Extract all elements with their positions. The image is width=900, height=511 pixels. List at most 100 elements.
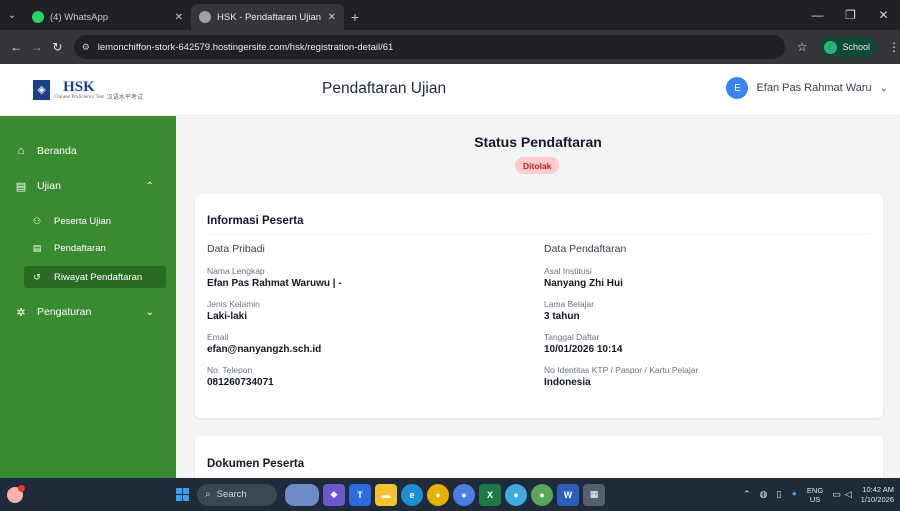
weather-widget-icon[interactable] <box>285 483 319 506</box>
logo-mark: HSK <box>63 78 95 95</box>
taskbar: ⌕ Search ◆ T ▬ e ● ● X ● ● W ▦ ⌃ ◍ ▯ ✦ E… <box>0 478 900 511</box>
chrome-profile-icon[interactable]: ● <box>531 483 553 506</box>
sidebar-item-pengaturan[interactable]: ✲ Pengaturan ⌄ <box>0 303 176 321</box>
time: 10:42 AM <box>862 484 894 494</box>
gear-icon: ✲ <box>16 306 26 319</box>
tab-hsk[interactable]: HSK - Pendaftaran Ujian ✕ <box>191 4 344 30</box>
page-title: Pendaftaran Ujian <box>322 80 447 97</box>
status-badge: Ditolak <box>515 157 560 174</box>
field-value: Efan Pas Rahmat Waruwu | - <box>207 278 342 289</box>
field-label: Nama Lengkap <box>207 266 265 276</box>
profile-button[interactable]: E School <box>821 37 876 57</box>
reload-icon[interactable]: ↻ <box>47 40 68 54</box>
search-placeholder: Search <box>216 489 247 500</box>
divider <box>207 234 871 235</box>
system-tray: ⌃ ◍ ▯ ✦ ENG US ▭ ◁ 10:42 AM 1/10/2026 <box>734 478 894 511</box>
sidebar-item-label: Ujian <box>37 180 61 192</box>
home-icon: ⌂ <box>17 145 25 157</box>
tray-app-icon[interactable]: ◍ <box>760 489 768 500</box>
field-jenis-kelamin: Jenis Kelamin Laki-laki <box>207 299 507 322</box>
sidebar-item-label: Pengaturan <box>37 306 92 318</box>
whatsapp-icon <box>32 11 44 23</box>
field-email: Email efan@nanyangzh.sch.id <box>207 332 507 355</box>
sidebar-item-riwayat-pendaftaran[interactable]: ↺ Riwayat Pendaftaran <box>24 266 166 288</box>
browser-tab-bar: ⌄ (4) WhatsApp ✕ HSK - Pendaftaran Ujian… <box>0 0 900 30</box>
page-header: Pendaftaran Ujian E Efan Pas Rahmat Waru… <box>176 64 900 116</box>
word-icon[interactable]: W <box>557 483 579 506</box>
field-label: Asal Institusi <box>544 266 592 276</box>
card-title: Informasi Peserta <box>207 215 304 227</box>
personal-data-column: Data Pribadi Nama Lengkap Efan Pas Rahma… <box>207 243 507 398</box>
forward-icon[interactable]: → <box>27 40 48 54</box>
sidebar-item-ujian[interactable]: ▤ Ujian ⌃ <box>0 177 176 195</box>
user-menu[interactable]: E Efan Pas Rahmat Waru ⌄ <box>726 77 888 99</box>
new-tab-button[interactable]: + <box>344 4 366 30</box>
sidebar-item-label: Pendaftaran <box>54 242 106 254</box>
language-indicator[interactable]: ENG US <box>807 486 823 504</box>
chrome-icon[interactable]: ● <box>427 483 449 506</box>
url-input[interactable]: ⚙ lemonchiffon-stork-642579.hostingersit… <box>73 35 785 59</box>
tab-title: (4) WhatsApp <box>50 11 109 23</box>
section-heading: Data Pribadi <box>207 243 265 255</box>
taskbar-search[interactable]: ⌕ Search <box>197 483 277 506</box>
color-app-icon[interactable]: ✦ <box>790 489 798 500</box>
teams-icon[interactable]: T <box>349 483 371 506</box>
display-icon[interactable]: ▭ <box>832 489 841 500</box>
tab-search-chevron-icon[interactable]: ⌄ <box>0 0 24 30</box>
clipboard-icon: ▤ <box>15 180 27 193</box>
registration-data-column: Data Pendaftaran Asal Institusi Nanyang … <box>544 243 844 398</box>
user-name: Efan Pas Rahmat Waru <box>756 82 872 94</box>
field-nama: Nama Lengkap Efan Pas Rahmat Waruwu | - <box>207 266 507 289</box>
sidebar-item-pendaftaran[interactable]: ▤ Pendaftaran <box>0 239 176 257</box>
field-value: efan@nanyangzh.sch.id <box>207 344 322 355</box>
field-identitas: No Identitas KTP / Paspor / Kartu Pelaja… <box>544 365 844 388</box>
volume-icon[interactable]: ◁ <box>845 489 852 500</box>
clock[interactable]: 10:42 AM 1/10/2026 <box>861 485 894 505</box>
field-value: Laki-laki <box>207 311 248 322</box>
logo-text: HSK Chinese Proficiency Test <box>54 78 104 100</box>
field-lama-belajar: Lama Belajar 3 tahun <box>544 299 844 322</box>
sidebar-item-label: Riwayat Pendaftaran <box>54 271 143 283</box>
widgets-button[interactable] <box>0 478 30 511</box>
restore-icon[interactable]: ❐ <box>834 0 867 30</box>
battery-icon[interactable]: ▯ <box>776 489 781 500</box>
window-controls: — ❐ ✕ <box>801 0 900 30</box>
bookmark-star-icon[interactable]: ☆ <box>797 40 808 54</box>
chrome-profile-icon[interactable]: ● <box>505 483 527 506</box>
clipboard-icon: ▤ <box>32 242 42 253</box>
participant-info-card: Informasi Peserta Data Pribadi Nama Leng… <box>195 194 883 418</box>
hsk-logo-mark-icon: ◈ <box>33 79 51 100</box>
field-label: Lama Belajar <box>544 299 595 309</box>
sidebar: ◈ HSK Chinese Proficiency Test 汉语水平考试 ⌂ … <box>0 64 176 478</box>
app-icon[interactable]: ▦ <box>583 483 605 506</box>
start-button[interactable] <box>176 488 189 501</box>
menu-kebab-icon[interactable]: ⋮ <box>888 40 900 54</box>
minimize-icon[interactable]: — <box>801 0 834 30</box>
status-title: Status Pendaftaran <box>474 134 602 150</box>
sidebar-item-peserta-ujian[interactable]: ⚇ Peserta Ujian <box>0 212 176 230</box>
edge-icon[interactable]: e <box>401 483 423 506</box>
file-explorer-icon[interactable]: ▬ <box>375 483 397 506</box>
main-content: Status Pendaftaran Ditolak Informasi Pes… <box>176 116 900 478</box>
search-icon: ⌕ <box>205 489 211 500</box>
back-icon[interactable]: ← <box>6 40 27 54</box>
avatar: E <box>726 77 749 99</box>
close-icon[interactable]: ✕ <box>328 12 336 23</box>
copilot-icon[interactable]: ◆ <box>323 483 345 506</box>
site-info-icon[interactable]: ⚙ <box>82 42 90 53</box>
chrome-profile-icon[interactable]: ● <box>453 483 475 506</box>
field-label: No Identitas KTP / Paspor / Kartu Pelaja… <box>544 365 699 375</box>
logo-area[interactable]: ◈ HSK Chinese Proficiency Test 汉语水平考试 <box>0 64 176 116</box>
url-text: lemonchiffon-stork-642579.hostingersite.… <box>97 41 394 53</box>
excel-icon[interactable]: X <box>479 483 501 506</box>
chevron-up-icon[interactable]: ⌃ <box>743 489 751 500</box>
close-icon[interactable]: ✕ <box>175 12 183 23</box>
taskbar-apps: ◆ T ▬ e ● ● X ● ● W ▦ <box>285 483 609 506</box>
close-window-icon[interactable]: ✕ <box>867 0 900 30</box>
documents-card: Dokumen Peserta <box>195 436 883 478</box>
history-icon: ↺ <box>33 271 41 282</box>
sidebar-item-beranda[interactable]: ⌂ Beranda <box>0 142 176 160</box>
tab-whatsapp[interactable]: (4) WhatsApp ✕ <box>24 4 191 30</box>
address-bar: ← → ↻ ⚙ lemonchiffon-stork-642579.hostin… <box>0 30 900 64</box>
field-tanggal-daftar: Tanggal Daftar 10/01/2026 10:14 <box>544 332 844 355</box>
